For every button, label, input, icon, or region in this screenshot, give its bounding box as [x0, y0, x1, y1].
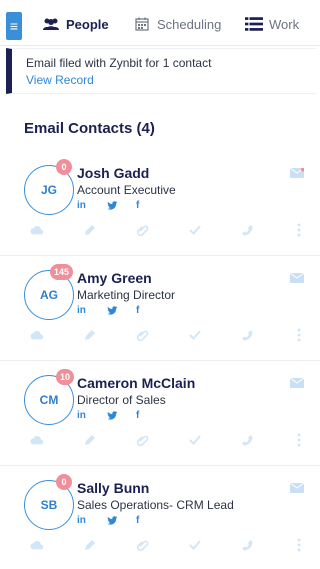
hamburger-icon: ≡: [9, 18, 19, 34]
phone-icon[interactable]: [240, 223, 254, 237]
edit-icon[interactable]: [83, 223, 97, 237]
contact-name[interactable]: Amy Green: [77, 270, 152, 286]
contact-name[interactable]: Sally Bunn: [77, 480, 149, 496]
cloud-icon[interactable]: [30, 328, 44, 342]
twitter-icon[interactable]: [107, 304, 118, 316]
email-count-badge: 10: [56, 369, 75, 385]
contact-actions: [0, 328, 320, 342]
linkedin-icon[interactable]: in: [77, 514, 86, 526]
contact-card[interactable]: SB 0 Sally Bunn Sales Operations- CRM Le…: [0, 468, 320, 569]
attachment-icon[interactable]: [136, 538, 150, 552]
more-options-icon[interactable]: [292, 433, 306, 447]
list-icon: [245, 17, 263, 31]
mail-icon[interactable]: [290, 378, 304, 388]
mail-filed-icon[interactable]: [290, 168, 304, 178]
contact-actions: [0, 223, 320, 237]
twitter-icon[interactable]: [107, 409, 118, 421]
tab-work[interactable]: Work: [245, 14, 299, 34]
notification-banner: Email filed with Zynbit for 1 contact Vi…: [6, 48, 316, 94]
contact-title: Account Executive: [77, 183, 176, 197]
email-count-badge: 145: [50, 264, 74, 280]
more-options-icon[interactable]: [292, 538, 306, 552]
cloud-icon[interactable]: [30, 538, 44, 552]
linkedin-icon[interactable]: in: [77, 409, 86, 421]
mail-icon[interactable]: [290, 273, 304, 283]
linkedin-icon[interactable]: in: [77, 199, 86, 211]
facebook-icon[interactable]: f: [136, 304, 139, 316]
banner-message: Email filed with Zynbit for 1 contact: [26, 56, 212, 70]
email-count-badge: 0: [56, 474, 72, 490]
attachment-icon[interactable]: [136, 223, 150, 237]
menu-button[interactable]: ≡: [6, 12, 22, 40]
people-icon: [43, 18, 59, 30]
attachment-icon[interactable]: [136, 433, 150, 447]
edit-icon[interactable]: [83, 433, 97, 447]
phone-icon[interactable]: [240, 328, 254, 342]
mail-icon[interactable]: [290, 483, 304, 493]
check-icon[interactable]: [188, 538, 202, 552]
contact-title: Marketing Director: [77, 288, 176, 302]
section-title: Email Contacts (4): [24, 120, 155, 137]
check-icon[interactable]: [188, 223, 202, 237]
contact-card[interactable]: JG 0 Josh Gadd Account Executive in f: [0, 153, 320, 257]
email-count-badge: 0: [56, 159, 72, 175]
more-options-icon[interactable]: [292, 328, 306, 342]
linkedin-icon[interactable]: in: [77, 304, 86, 316]
phone-icon[interactable]: [240, 538, 254, 552]
divider: [0, 360, 320, 361]
tab-people[interactable]: People: [42, 14, 109, 34]
cloud-icon[interactable]: [30, 223, 44, 237]
calendar-icon: [135, 17, 149, 31]
check-icon[interactable]: [188, 433, 202, 447]
phone-icon[interactable]: [240, 433, 254, 447]
contact-name[interactable]: Josh Gadd: [77, 165, 149, 181]
contact-title: Sales Operations- CRM Lead: [77, 498, 234, 512]
divider: [0, 255, 320, 256]
tab-label: Scheduling: [157, 16, 222, 32]
facebook-icon[interactable]: f: [136, 409, 139, 421]
twitter-icon[interactable]: [107, 199, 118, 211]
contact-card[interactable]: AG 145 Amy Green Marketing Director in f: [0, 258, 320, 362]
edit-icon[interactable]: [83, 538, 97, 552]
facebook-icon[interactable]: f: [136, 199, 139, 211]
edit-icon[interactable]: [83, 328, 97, 342]
tab-scheduling[interactable]: Scheduling: [133, 14, 221, 34]
more-options-icon[interactable]: [292, 223, 306, 237]
contact-name[interactable]: Cameron McClain: [77, 375, 195, 391]
tab-label: Work: [269, 16, 300, 32]
tab-label: People: [66, 16, 109, 32]
attachment-icon[interactable]: [136, 328, 150, 342]
facebook-icon[interactable]: f: [136, 514, 139, 526]
contact-actions: [0, 538, 320, 552]
twitter-icon[interactable]: [107, 514, 118, 526]
cloud-icon[interactable]: [30, 433, 44, 447]
contact-actions: [0, 433, 320, 447]
contact-title: Director of Sales: [77, 393, 166, 407]
contact-card[interactable]: CM 10 Cameron McClain Director of Sales …: [0, 363, 320, 467]
top-navigation: ≡ People Scheduling Work: [0, 0, 320, 46]
view-record-link[interactable]: View Record: [26, 72, 94, 89]
check-icon[interactable]: [188, 328, 202, 342]
divider: [0, 465, 320, 466]
